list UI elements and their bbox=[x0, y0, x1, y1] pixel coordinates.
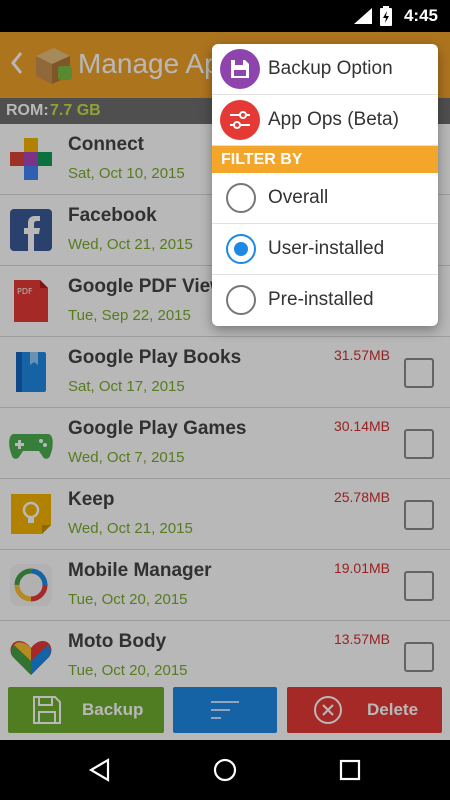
backup-option-label: Backup Option bbox=[268, 58, 393, 79]
filter-pre-installed-label: Pre-installed bbox=[268, 289, 374, 310]
status-time: 4:45 bbox=[403, 6, 438, 25]
signal-icon bbox=[354, 8, 372, 24]
filter-user-installed-radio[interactable] bbox=[226, 234, 256, 264]
navigation-bar bbox=[0, 740, 450, 800]
app-ops-menu-item[interactable]: App Ops (Beta) bbox=[212, 95, 438, 146]
backup-option-menu-item[interactable]: Backup Option bbox=[212, 44, 438, 95]
options-popup-menu: Backup Option App Ops (Beta) FILTER BY O… bbox=[212, 44, 438, 326]
filter-overall-option[interactable]: Overall bbox=[212, 173, 438, 224]
home-icon[interactable] bbox=[213, 758, 237, 782]
filter-pre-installed-radio[interactable] bbox=[226, 285, 256, 315]
filter-user-installed-label: User-installed bbox=[268, 238, 385, 259]
app-ops-label: App Ops (Beta) bbox=[268, 109, 399, 130]
battery-icon bbox=[380, 6, 392, 26]
filter-user-installed-option[interactable]: User-installed bbox=[212, 224, 438, 275]
recents-icon[interactable] bbox=[338, 758, 362, 782]
status-bar: 4:45 bbox=[0, 0, 450, 32]
app-ops-icon bbox=[220, 100, 260, 140]
filter-by-label: FILTER BY bbox=[221, 151, 303, 168]
filter-pre-installed-option[interactable]: Pre-installed bbox=[212, 275, 438, 326]
filter-overall-radio[interactable] bbox=[226, 183, 256, 213]
filter-by-header: FILTER BY bbox=[212, 146, 438, 173]
back-icon[interactable] bbox=[88, 758, 112, 782]
filter-overall-label: Overall bbox=[268, 187, 329, 208]
backup-option-icon bbox=[220, 49, 260, 89]
